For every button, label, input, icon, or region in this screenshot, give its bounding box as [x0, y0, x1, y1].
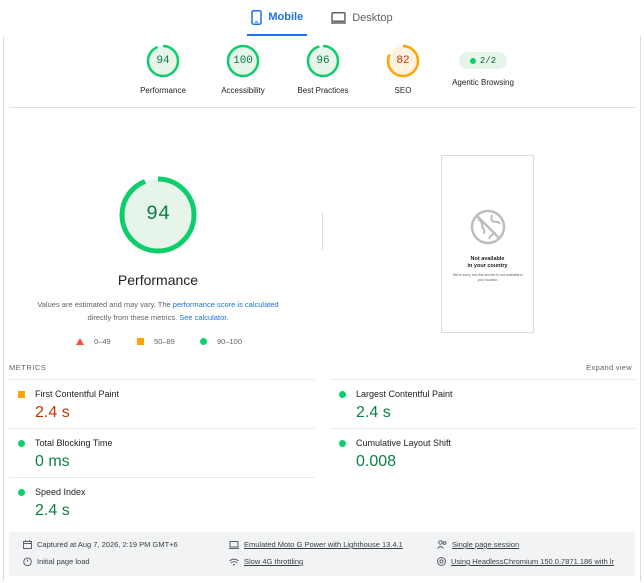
expand-view-toggle[interactable]: Expand view: [586, 363, 632, 372]
calendar-icon: [23, 540, 32, 549]
throttling-text: Slow 4G throttling: [244, 557, 304, 566]
metric-name: Speed Index: [35, 487, 86, 497]
gauge-ring: 82: [386, 44, 420, 78]
performance-score: 94: [145, 203, 170, 226]
screenshot-title: Not available in your country: [442, 256, 533, 270]
load-text: Initial page load: [37, 557, 90, 566]
circle-icon: [339, 440, 346, 447]
performance-title: Performance: [117, 272, 199, 288]
gauge-score: 100: [233, 55, 253, 67]
circle-icon: [339, 391, 346, 398]
gauge-accessibility[interactable]: 100 Accessibility: [198, 44, 288, 95]
timer-icon: [23, 557, 32, 566]
metrics-heading: METRICS: [9, 363, 47, 372]
single-page-session[interactable]: Single page session: [437, 540, 519, 549]
gauge-ring: 94: [146, 44, 180, 78]
metric-value: 0 ms: [35, 453, 70, 470]
screenshot-body: We're sorry, but this service is not ava…: [452, 273, 524, 282]
metric-name: Largest Contentful Paint: [356, 389, 453, 399]
metric-first-contentful-paint: First Contentful Paint 2.4 s: [9, 379, 315, 425]
gauge-score: 94: [156, 55, 170, 67]
circle-icon: [200, 338, 207, 345]
performance-note: Values are estimated and may vary. The p…: [20, 298, 296, 324]
network-throttling[interactable]: Slow 4G throttling: [229, 557, 303, 566]
performance-gauge: 94: [118, 175, 198, 255]
metric-name: First Contentful Paint: [35, 389, 120, 399]
captured-at: Captured at Aug 7, 2026, 2:19 PM GMT+6: [23, 540, 178, 549]
mobile-icon: [251, 9, 263, 25]
square-icon: [137, 338, 144, 345]
metric-total-blocking-time: Total Blocking Time 0 ms: [9, 428, 315, 474]
circle-icon: [18, 489, 25, 496]
captured-text: Captured at Aug 7, 2026, 2:19 PM GMT+6: [37, 540, 178, 549]
screenshot-title-line: in your country: [467, 263, 508, 269]
tab-mobile-label: Mobile: [268, 11, 304, 23]
legend-label: 0–49: [94, 337, 111, 346]
browser-text: Using HeadlessChromium 150.0.7871.186 wi…: [451, 557, 615, 566]
gauge-performance[interactable]: 94 Performance: [118, 44, 208, 95]
category-gauges: 94 Performance 100 Accessibility 96 Best…: [0, 44, 644, 96]
desktop-icon: [331, 12, 347, 24]
metric-cumulative-layout-shift: Cumulative Layout Shift 0.008: [330, 428, 636, 474]
metric-value: 2.4 s: [356, 404, 391, 421]
screenshot-title-line: Not available: [470, 256, 505, 262]
header-divider: [9, 107, 635, 108]
device-tabs: Mobile Desktop: [0, 0, 644, 36]
legend-label: 90–100: [217, 337, 243, 346]
square-icon: [18, 391, 25, 398]
legend-average: 50–89: [137, 337, 175, 346]
gauge-label: Best Practices: [297, 86, 349, 95]
note-text: directly from these metrics.: [87, 313, 180, 322]
chrome-icon: [437, 557, 446, 566]
agentic-badge: 2/2: [459, 52, 507, 69]
gauge-label: SEO: [394, 86, 412, 95]
browser-version[interactable]: Using HeadlessChromium 150.0.7871.186 wi…: [437, 557, 614, 566]
laptop-icon: [229, 540, 239, 549]
tab-mobile[interactable]: Mobile: [247, 0, 308, 36]
device-text: Emulated Moto G Power with Lighthouse 13…: [244, 540, 403, 549]
circle-icon: [18, 440, 25, 447]
triangle-icon: [76, 338, 84, 345]
globe-off-icon: [470, 209, 506, 245]
tab-desktop[interactable]: Desktop: [327, 0, 396, 36]
gauge-score: 2/2: [479, 55, 497, 66]
metric-value: 0.008: [356, 453, 397, 470]
gauge-label: Agentic Browsing: [452, 78, 514, 87]
final-screenshot[interactable]: Not available in your country We're sorry…: [441, 155, 534, 333]
runtime-settings: Captured at Aug 7, 2026, 2:19 PM GMT+6 I…: [9, 532, 635, 576]
gauge-score: 96: [316, 55, 330, 67]
gauge-ring: 96: [306, 44, 340, 78]
people-icon: [437, 540, 447, 549]
metric-value: 2.4 s: [35, 502, 70, 519]
gauge-label: Performance: [140, 86, 186, 95]
see-calculator-link[interactable]: See calculator.: [179, 313, 228, 322]
section-divider: [322, 212, 323, 250]
metric-largest-contentful-paint: Largest Contentful Paint 2.4 s: [330, 379, 636, 425]
wifi-icon: [229, 558, 239, 566]
legend-pass: 90–100: [200, 337, 242, 346]
gauge-ring: 100: [226, 44, 260, 78]
pass-dot-icon: [469, 57, 476, 64]
gauge-score: 82: [396, 55, 410, 67]
metrics-header: METRICS Expand view: [9, 363, 632, 375]
session-text: Single page session: [452, 540, 520, 549]
score-calculated-link[interactable]: performance score is calculated: [173, 300, 279, 309]
metric-speed-index: Speed Index 2.4 s: [9, 477, 315, 523]
gauge-label: Accessibility: [221, 86, 265, 95]
initial-page-load: Initial page load: [23, 557, 90, 566]
emulated-device[interactable]: Emulated Moto G Power with Lighthouse 13…: [229, 540, 403, 549]
gauge-best-practices[interactable]: 96 Best Practices: [278, 44, 368, 95]
legend-fail: 0–49: [76, 337, 111, 346]
gauge-seo[interactable]: 82 SEO: [358, 44, 448, 95]
tab-desktop-label: Desktop: [352, 12, 393, 24]
legend-label: 50–89: [154, 337, 175, 346]
metric-value: 2.4 s: [35, 404, 70, 421]
metric-name: Cumulative Layout Shift: [356, 438, 452, 448]
metric-name: Total Blocking Time: [35, 438, 113, 448]
note-text: Values are estimated and may vary. The: [37, 300, 173, 309]
gauge-agentic-browsing[interactable]: 2/2 Agentic Browsing: [438, 44, 528, 87]
